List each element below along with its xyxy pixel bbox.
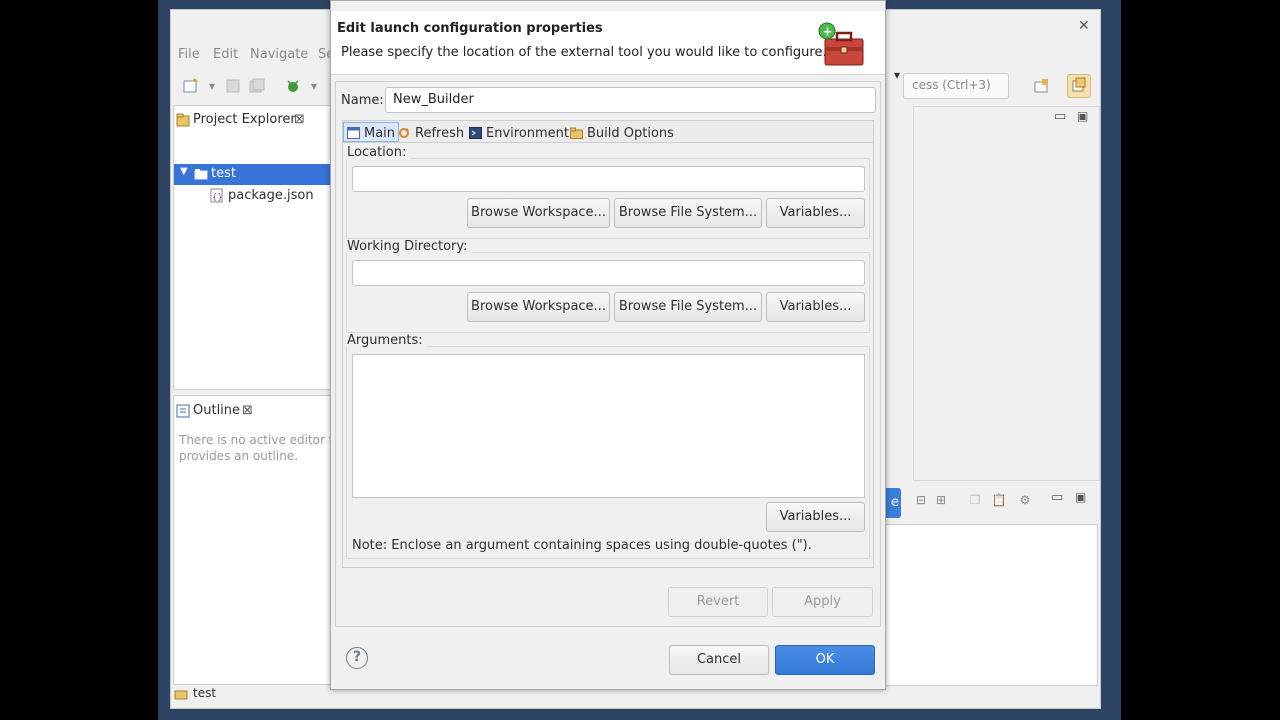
tab-build-options-label: Build Options (587, 125, 674, 141)
outline-message-line1: There is no active editor t (179, 433, 334, 447)
debug-icon[interactable] (285, 78, 301, 98)
toolbox-icon: + (817, 21, 865, 73)
outline-message: There is no active editor t provides an … (179, 432, 333, 464)
project-explorer-tab[interactable]: Project Explorer (193, 112, 296, 127)
build-options-icon (570, 127, 583, 139)
ok-button[interactable]: OK (775, 645, 875, 675)
open-perspective-icon[interactable] (1033, 78, 1049, 98)
working-directory-label: Working Directory: (347, 239, 472, 254)
tab-refresh-label: Refresh (415, 125, 465, 141)
svg-text:+: + (823, 25, 833, 39)
arguments-label: Arguments: (347, 333, 427, 348)
location-browse-file-system-button[interactable]: Browse File System... (614, 198, 762, 228)
tab-build-options[interactable]: Build Options (567, 122, 677, 142)
name-input[interactable]: New_Builder (385, 87, 876, 113)
launch-config-dialog: Edit launch configuration properties Ple… (330, 0, 886, 690)
outline-icon (176, 404, 190, 422)
dialog-header: Edit launch configuration properties Ple… (331, 11, 885, 75)
view-menu-icon[interactable]: ▾ (889, 67, 905, 83)
expand-arrow-icon[interactable]: ▼ (180, 166, 188, 177)
tab-environment[interactable]: Environment (466, 122, 572, 142)
main-tab-icon (347, 127, 360, 139)
outline-tab[interactable]: Outline (193, 403, 240, 418)
project-explorer-panel: Project Explorer ⊠ ▼ test {} package.jso… (173, 105, 331, 390)
minimize-icon[interactable]: ▭ (1054, 109, 1066, 124)
dialog-title: Edit launch configuration properties (337, 21, 603, 36)
location-variables-button[interactable]: Variables... (766, 198, 865, 228)
menu-file[interactable]: File (178, 47, 200, 62)
revert-button[interactable]: Revert (668, 587, 768, 617)
tab-environment-label: Environment (486, 125, 570, 141)
folder-icon (194, 167, 208, 185)
outline-panel: Outline ⊠ There is no active editor t pr… (173, 395, 333, 685)
name-label: Name: (341, 93, 384, 108)
console-panel (883, 524, 1098, 686)
dialog-description: Please specify the location of the exter… (341, 45, 827, 60)
show-console-icon[interactable]: ⊞ (933, 492, 949, 508)
refresh-icon (398, 127, 411, 139)
debug-dropdown-icon[interactable]: ▾ (306, 78, 322, 94)
maximize-icon[interactable]: ▣ (1077, 109, 1088, 123)
dialog-body: Name: New_Builder Main Refresh Environme… (335, 81, 881, 627)
working-directory-browse-workspace-button[interactable]: Browse Workspace... (467, 292, 610, 322)
main-tab-content: Location: Browse Workspace... Browse Fil… (342, 142, 874, 568)
arguments-note: Note: Enclose an argument containing spa… (352, 538, 812, 553)
arguments-variables-button[interactable]: Variables... (766, 502, 865, 532)
maximize-bottom-icon[interactable]: ▣ (1075, 490, 1086, 504)
working-directory-input[interactable] (352, 260, 865, 286)
svg-text:{}: {} (212, 193, 223, 203)
location-label: Location: (347, 145, 411, 160)
resource-perspective-button[interactable] (1067, 74, 1091, 98)
menu-edit[interactable]: Edit (213, 47, 238, 62)
status-label: test (193, 686, 217, 700)
tab-main[interactable]: Main (343, 122, 400, 142)
help-icon[interactable]: ? (346, 647, 368, 669)
tree-label-package-json: package.json (228, 188, 314, 203)
tab-main-label: Main (364, 125, 396, 141)
cancel-button[interactable]: Cancel (669, 645, 769, 675)
arguments-textarea[interactable] (352, 354, 865, 498)
project-explorer-close-icon[interactable]: ⊠ (294, 112, 305, 127)
save-icon[interactable] (225, 78, 241, 98)
right-panel-top: ▭ ▣ (913, 106, 1100, 481)
status-folder-icon (174, 687, 188, 705)
working-directory-variables-button[interactable]: Variables... (766, 292, 865, 322)
copy-icon[interactable]: ❐ (967, 492, 983, 508)
tree-label-test: test (211, 166, 236, 181)
config-tab-bar: Main Refresh Environment Build Options (342, 120, 874, 142)
apply-button[interactable]: Apply (772, 587, 873, 617)
tab-refresh[interactable]: Refresh (395, 122, 467, 142)
scroll-lock-icon[interactable]: ⊟ (913, 492, 929, 508)
json-file-icon: {} (210, 188, 224, 207)
environment-icon (469, 127, 482, 139)
new-icon[interactable] (183, 78, 199, 98)
location-input[interactable] (352, 166, 865, 192)
quick-access-input[interactable]: cess (Ctrl+3) (903, 73, 1009, 99)
outline-close-icon[interactable]: ⊠ (242, 403, 253, 418)
location-browse-workspace-button[interactable]: Browse Workspace... (467, 198, 610, 228)
tree-row-test[interactable]: ▼ test (174, 164, 330, 185)
project-explorer-icon (176, 113, 190, 131)
menu-navigate[interactable]: Navigate (250, 47, 308, 62)
dropdown-arrow-icon[interactable]: ▾ (204, 78, 220, 94)
outline-message-line2: provides an outline. (179, 449, 299, 463)
window-close-icon[interactable]: ✕ (1078, 18, 1090, 34)
save-all-icon[interactable] (249, 78, 265, 98)
pin-icon[interactable]: ⚙ (1017, 492, 1033, 508)
paste-icon[interactable]: 📋 (991, 492, 1007, 508)
minimize-bottom-icon[interactable]: ▭ (1051, 490, 1063, 505)
working-directory-browse-file-system-button[interactable]: Browse File System... (614, 292, 762, 322)
